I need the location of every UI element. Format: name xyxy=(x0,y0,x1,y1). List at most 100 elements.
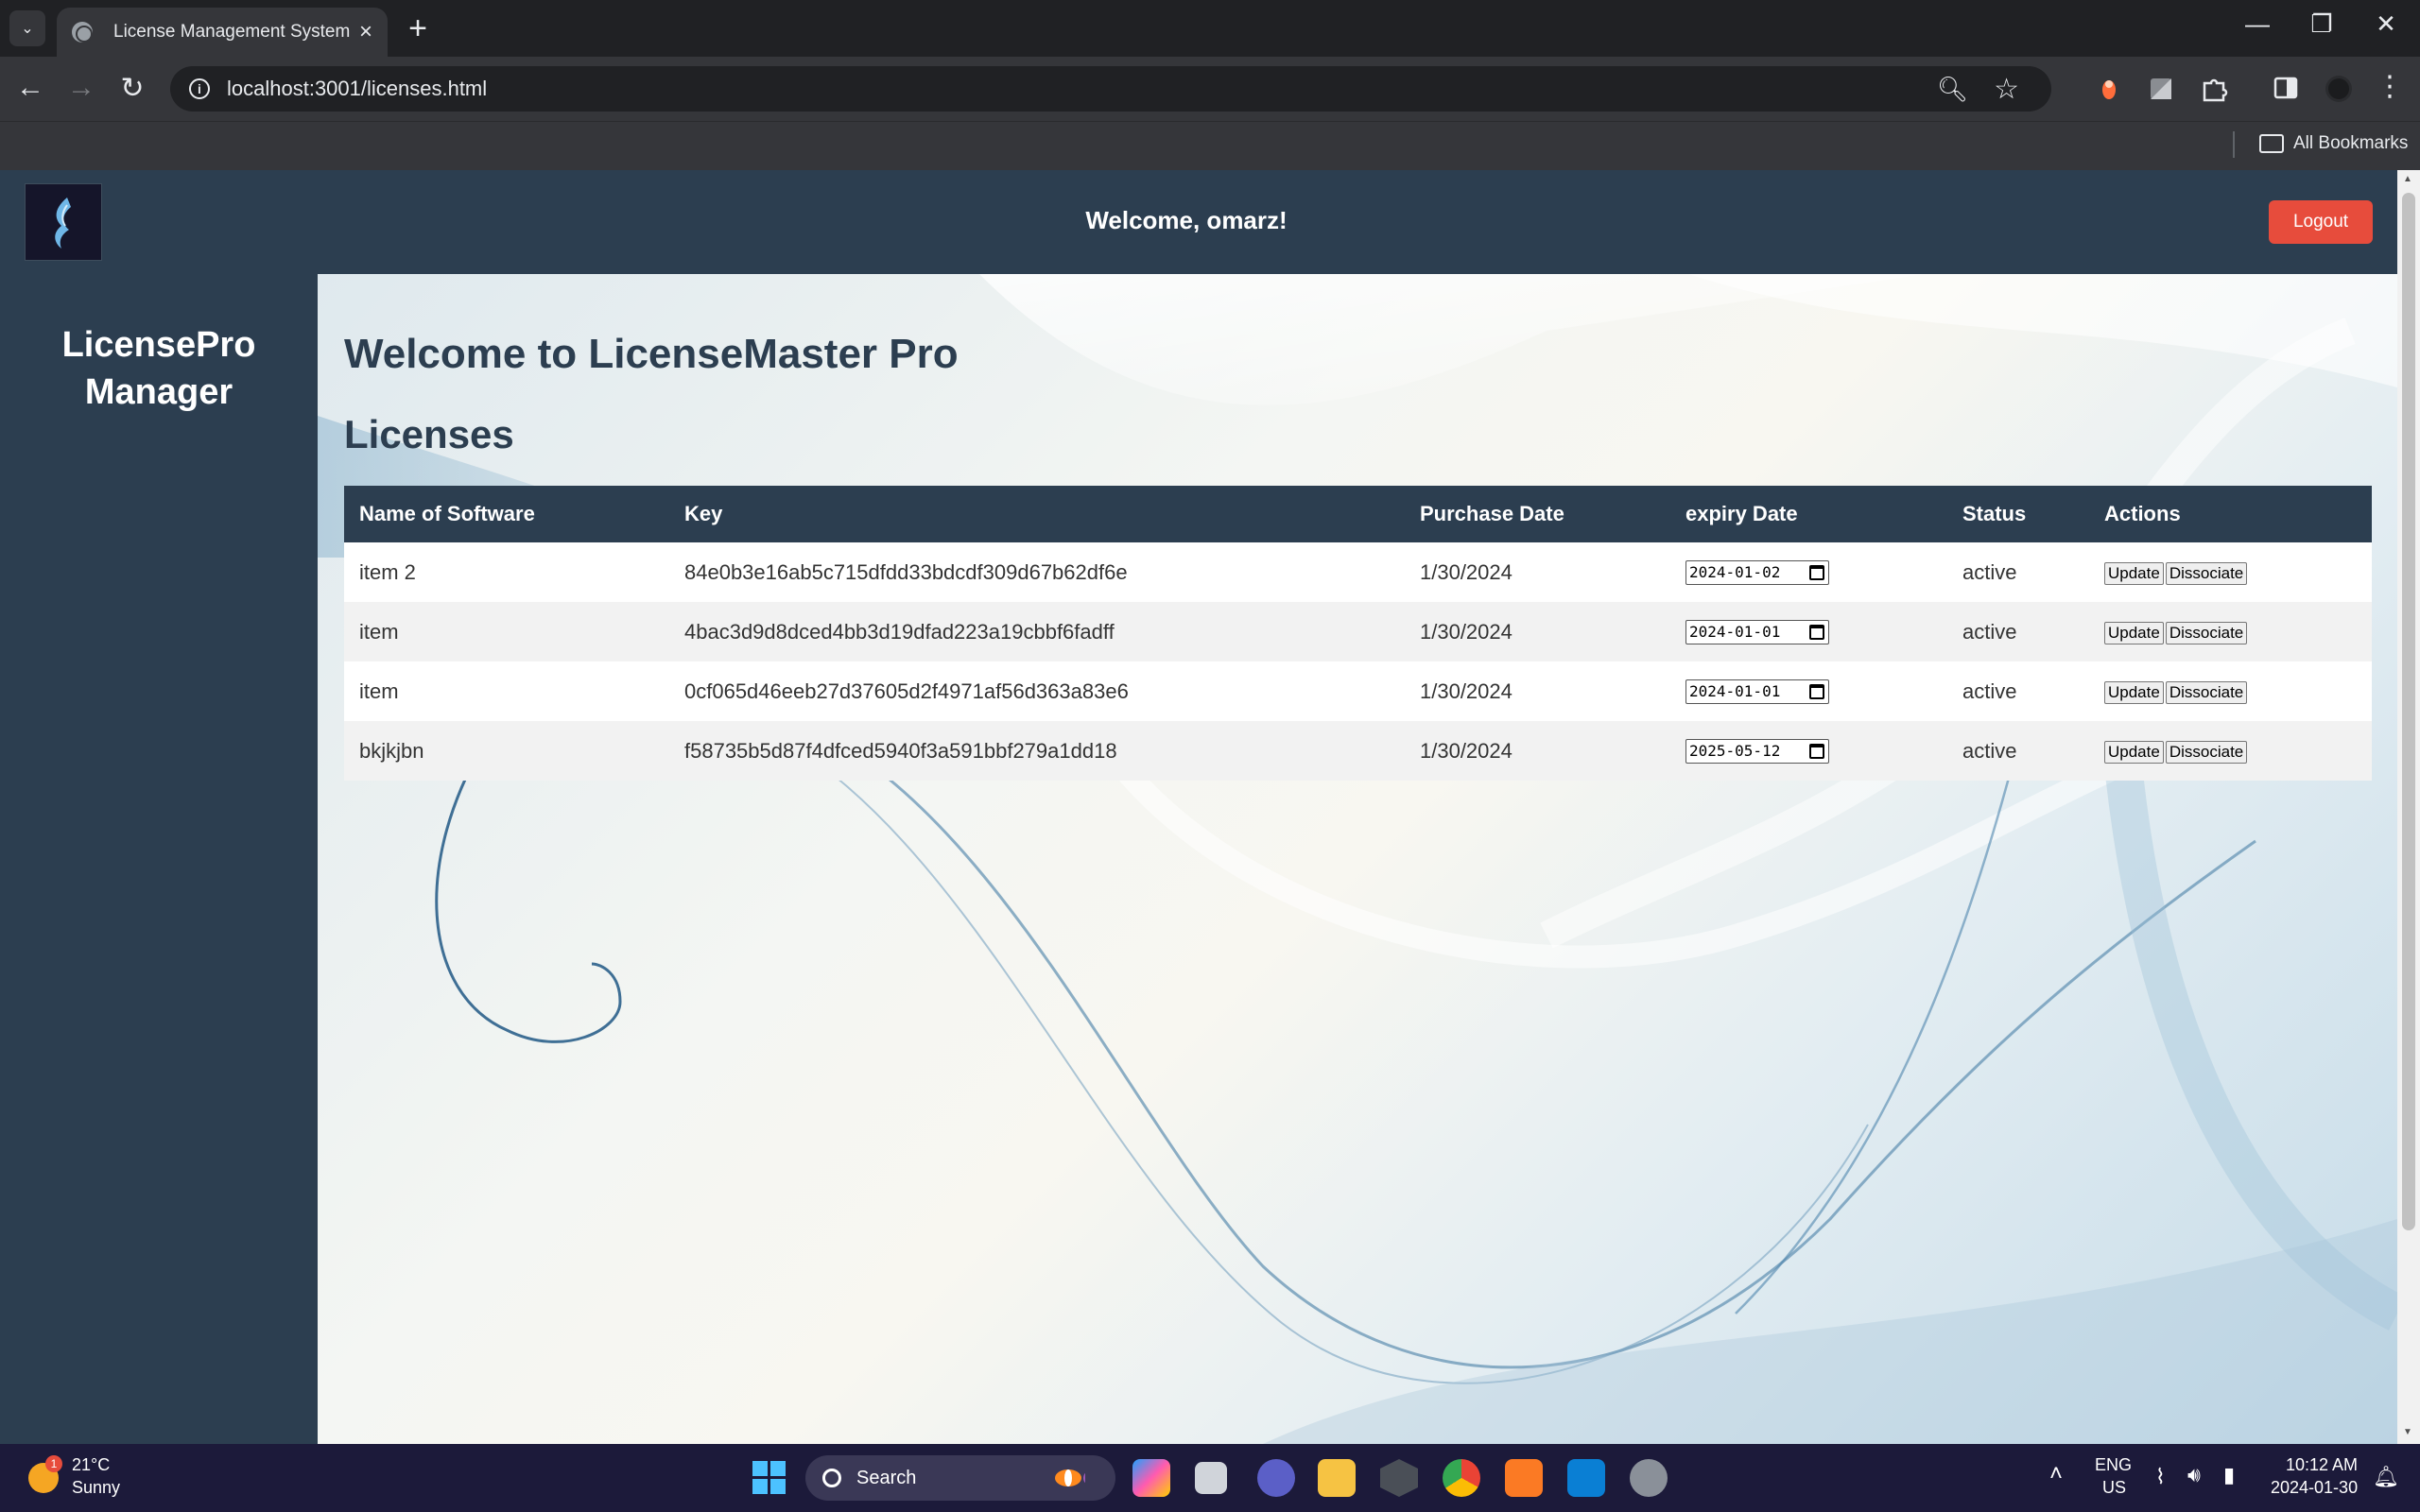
expiry-date-input[interactable]: 2024-01-01 xyxy=(1685,679,1829,704)
extensions-puzzle-icon[interactable] xyxy=(2199,74,2229,104)
xampp-icon[interactable] xyxy=(1505,1459,1543,1497)
status-cell: active xyxy=(1962,559,2017,584)
weather-description[interactable]: Sunny xyxy=(72,1478,120,1498)
column-header-software: Name of Software xyxy=(359,502,535,525)
cube-app-icon[interactable] xyxy=(1380,1459,1418,1497)
page-heading: Welcome to LicenseMaster Pro xyxy=(344,331,959,377)
column-header-purchase-date: Purchase Date xyxy=(1420,502,1564,525)
expiry-date-input[interactable]: 2025-05-12 xyxy=(1685,738,1829,764)
scroll-down-arrow-icon[interactable]: ▼ xyxy=(2403,1427,2412,1437)
dissociate-button[interactable]: Dissociate xyxy=(2165,622,2248,644)
calendar-icon[interactable] xyxy=(1809,683,1824,699)
update-button[interactable]: Update xyxy=(2104,562,2164,585)
browser-tab[interactable]: License Management System × xyxy=(57,8,388,57)
browser-tabstrip: ⌄ License Management System × + — ❐ ✕ xyxy=(0,0,2420,57)
address-bar[interactable]: i localhost:3001/licenses.html 🔍︎ ☆ xyxy=(170,66,2051,112)
expiry-date-input[interactable]: 2024-01-02 xyxy=(1685,559,1829,585)
status-cell: active xyxy=(1962,738,2017,763)
expiry-date-input[interactable]: 2024-01-01 xyxy=(1685,619,1829,644)
volume-icon[interactable]: 🔊︎ xyxy=(2187,1463,2201,1487)
logout-button[interactable]: Logout xyxy=(2269,200,2373,244)
reload-icon[interactable]: ↻ xyxy=(113,72,151,105)
weather-notification-badge: 1 xyxy=(45,1455,62,1472)
page-scrollbar[interactable]: ▲ ▼ xyxy=(2397,170,2420,1444)
wifi-icon[interactable]: ⌇ xyxy=(2155,1465,2166,1489)
expiry-date-value: 2024-01-01 xyxy=(1689,623,1781,641)
bookmarks-bar: All Bookmarks xyxy=(0,121,2420,170)
sidebar-title: LicensePro Manager xyxy=(61,325,256,412)
extension-red-icon[interactable] xyxy=(2097,76,2121,102)
dissociate-button[interactable]: Dissociate xyxy=(2165,681,2248,704)
column-header-status: Status xyxy=(1962,502,2027,525)
bookmark-star-icon[interactable]: ☆ xyxy=(1994,73,2019,106)
browser-toolbar: ← → ↻ i localhost:3001/licenses.html 🔍︎ … xyxy=(0,57,2420,121)
close-tab-icon[interactable]: × xyxy=(359,19,372,45)
decorative-wave-background xyxy=(318,274,2397,1444)
side-panel-icon[interactable] xyxy=(2273,76,2301,102)
tab-title: License Management System xyxy=(113,22,351,42)
table-row: item 0cf065d46eeb27d37605d2f4971af56d363… xyxy=(344,662,2372,721)
actions-cell: Update Dissociate xyxy=(2089,662,2372,721)
search-highlight-fish-icon xyxy=(1055,1469,1085,1486)
dissociate-button[interactable]: Dissociate xyxy=(2165,741,2248,764)
vscode-icon[interactable] xyxy=(1567,1459,1605,1497)
page-header: Welcome, omarz! Logout xyxy=(0,170,2397,274)
extension-gradient-icon[interactable] xyxy=(2148,76,2174,102)
clock-time[interactable]: 10:12 AM xyxy=(2286,1455,2358,1475)
table-row: item 4bac3d9d8dced4bb3d19dfad223a19cbbf6… xyxy=(344,602,2372,662)
forward-arrow-icon[interactable]: → xyxy=(62,72,100,104)
weather-temperature[interactable]: 21°C xyxy=(72,1455,110,1475)
settings-gear-icon[interactable] xyxy=(1630,1459,1668,1497)
status-cell: active xyxy=(1962,619,2017,644)
license-key-cell: 84e0b3e16ab5c715dfdd33bdcdf309d67b62df6e xyxy=(684,559,1128,584)
purchase-date-cell: 1/30/2024 xyxy=(1420,738,1512,763)
tab-search-chevron-icon[interactable]: ⌄ xyxy=(9,10,45,46)
file-explorer-icon[interactable] xyxy=(1318,1459,1356,1497)
all-bookmarks-link[interactable]: All Bookmarks xyxy=(2293,133,2408,154)
dissociate-button[interactable]: Dissociate xyxy=(2165,562,2248,585)
calendar-icon[interactable] xyxy=(1809,743,1824,759)
bookmarks-separator xyxy=(2233,131,2235,158)
update-button[interactable]: Update xyxy=(2104,741,2164,764)
menu-kebab-icon[interactable]: ⋮ xyxy=(2371,70,2409,103)
actions-cell: Update Dissociate xyxy=(2089,542,2372,602)
zoom-icon[interactable]: 🔍︎ xyxy=(1937,75,1968,104)
calendar-icon[interactable] xyxy=(1809,624,1824,640)
region-indicator[interactable]: US xyxy=(2102,1478,2126,1498)
back-arrow-icon[interactable]: ← xyxy=(11,72,49,104)
web-page: Welcome, omarz! Logout LicensePro Manage… xyxy=(0,170,2420,1444)
windows-start-icon[interactable] xyxy=(752,1461,786,1495)
site-info-icon[interactable]: i xyxy=(189,78,210,99)
profile-avatar-icon[interactable] xyxy=(2324,74,2354,104)
purchase-date-cell: 1/30/2024 xyxy=(1420,679,1512,703)
software-name-cell: item 2 xyxy=(359,559,416,584)
sidebar: LicensePro Manager xyxy=(0,274,318,1444)
scroll-up-arrow-icon[interactable]: ▲ xyxy=(2403,174,2412,184)
software-name-cell: bkjkjbn xyxy=(359,738,424,763)
table-row: item 2 84e0b3e16ab5c715dfdd33bdcdf309d67… xyxy=(344,542,2372,602)
language-indicator[interactable]: ENG xyxy=(2095,1455,2132,1475)
new-tab-plus-icon[interactable]: + xyxy=(401,11,435,45)
url-text: localhost:3001/licenses.html xyxy=(227,77,488,100)
window-close-icon[interactable]: ✕ xyxy=(2367,9,2405,39)
purchase-date-cell: 1/30/2024 xyxy=(1420,559,1512,584)
expiry-date-cell: 2024-01-01 xyxy=(1670,602,1947,662)
column-header-expiry-date: expiry Date xyxy=(1685,502,1798,525)
clock-date[interactable]: 2024-01-30 xyxy=(2271,1478,2358,1498)
update-button[interactable]: Update xyxy=(2104,681,2164,704)
task-view-icon[interactable] xyxy=(1195,1462,1227,1494)
update-button[interactable]: Update xyxy=(2104,622,2164,644)
teams-chat-icon[interactable] xyxy=(1257,1459,1295,1497)
minimize-icon[interactable]: — xyxy=(2238,9,2276,39)
licenses-heading: Licenses xyxy=(344,412,514,456)
scrollbar-thumb[interactable] xyxy=(2402,193,2415,1230)
calendar-icon[interactable] xyxy=(1809,564,1824,580)
chrome-icon[interactable] xyxy=(1443,1459,1480,1497)
purchase-date-cell: 1/30/2024 xyxy=(1420,619,1512,644)
notification-bell-icon[interactable]: 🔔︎ xyxy=(2373,1465,2399,1489)
copilot-pre-icon[interactable] xyxy=(1132,1459,1170,1497)
show-hidden-icons-chevron-icon[interactable]: ˄ xyxy=(2049,1461,2063,1487)
restore-icon[interactable]: ❐ xyxy=(2303,9,2341,39)
license-key-cell: f58735b5d87f4dfced5940f3a591bbf279a1dd18 xyxy=(684,738,1117,763)
battery-icon[interactable]: ▮ xyxy=(2223,1463,2235,1487)
